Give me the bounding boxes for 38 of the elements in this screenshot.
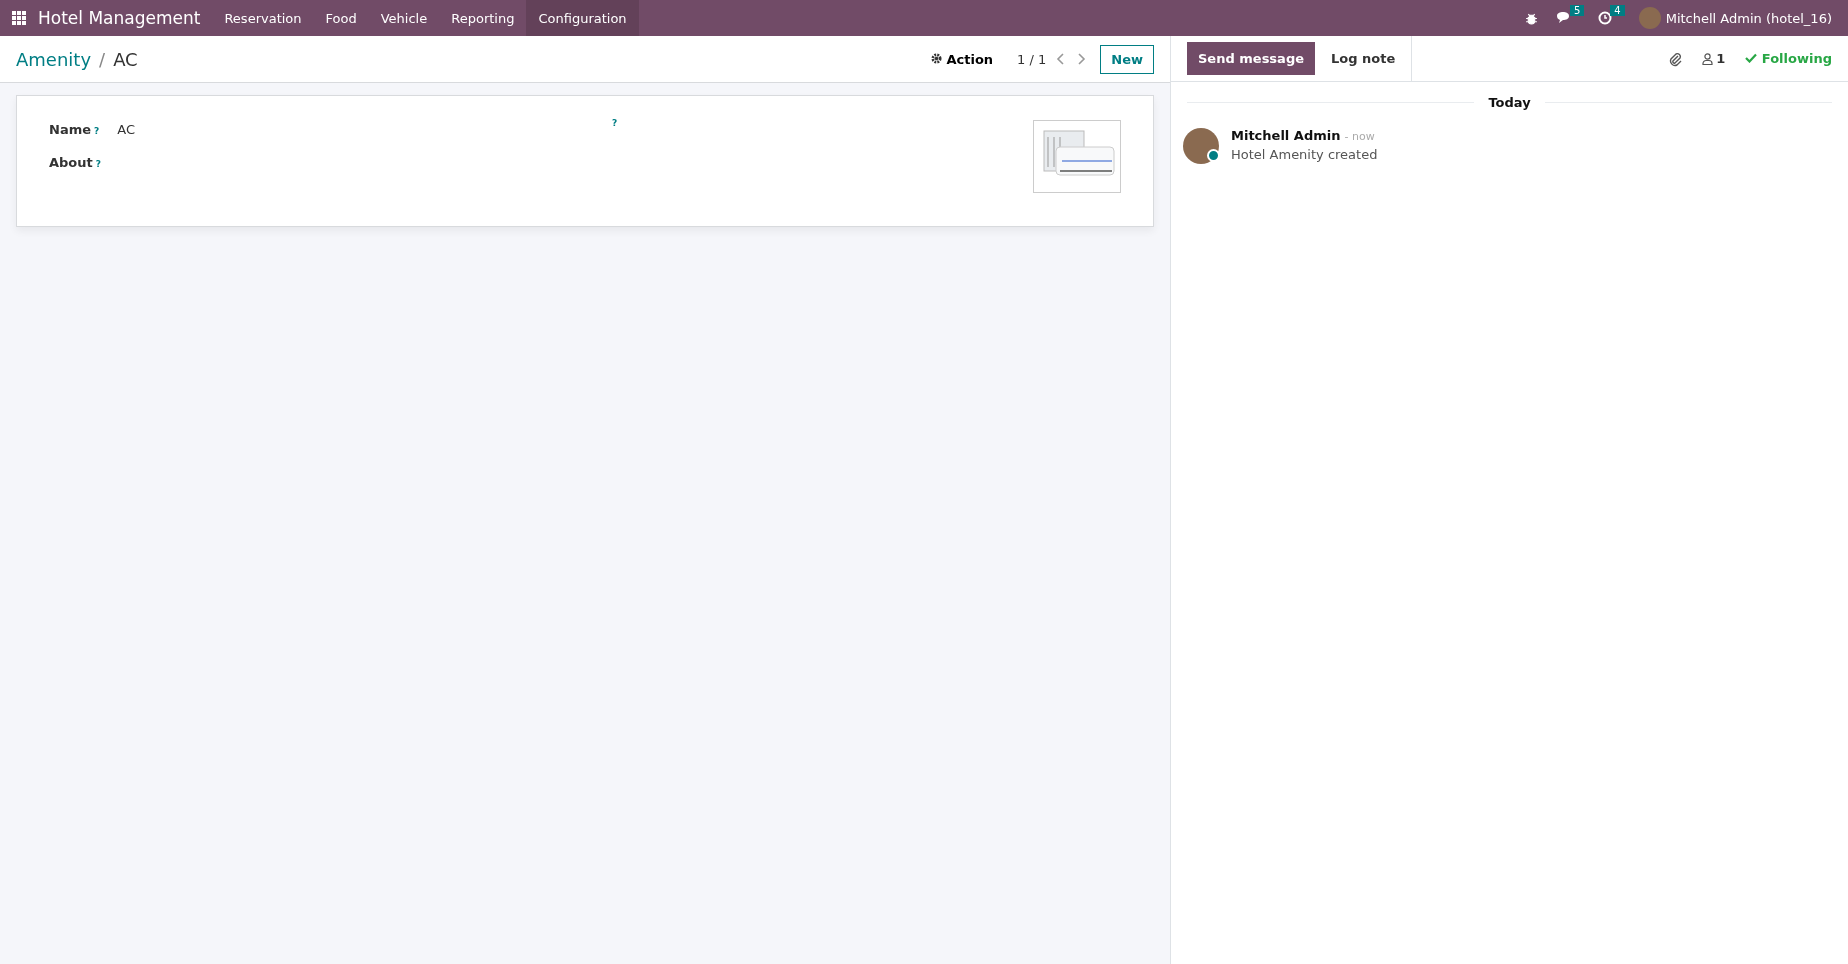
- field-label: About: [49, 155, 93, 170]
- field-value[interactable]: AC: [117, 122, 135, 137]
- followers-button[interactable]: 1: [1702, 51, 1726, 66]
- field-label: Name: [49, 122, 91, 137]
- menu-item[interactable]: Reporting: [439, 0, 527, 36]
- paperclip-icon[interactable]: [1668, 50, 1683, 67]
- breadcrumb-current: AC: [113, 48, 138, 70]
- activity-count-badge: 4: [1610, 5, 1625, 16]
- menu-item[interactable]: Food: [313, 0, 369, 36]
- bug-icon[interactable]: [1524, 11, 1538, 25]
- message-time: - now: [1344, 130, 1375, 143]
- new-button[interactable]: New: [1100, 44, 1154, 74]
- user-name[interactable]: Mitchell Admin (hotel_16): [1665, 10, 1832, 26]
- date-separator: Today: [1474, 94, 1545, 110]
- checkmark-icon: [1745, 53, 1758, 63]
- breadcrumb-separator: /: [99, 48, 106, 70]
- app-name[interactable]: Hotel Management: [38, 8, 201, 28]
- menu-item[interactable]: Reservation: [212, 0, 314, 36]
- gear-icon: [930, 52, 942, 64]
- action-button[interactable]: Action: [924, 50, 1000, 68]
- help-tooltip[interactable]: ?: [94, 126, 100, 136]
- message-count-badge: 5: [1569, 5, 1585, 16]
- breadcrumb-link[interactable]: Amenity: [16, 48, 92, 70]
- menu-item[interactable]: Configuration: [526, 0, 639, 36]
- help-tooltip[interactable]: ?: [95, 159, 101, 169]
- chat-icon[interactable]: [1555, 11, 1572, 25]
- pager-value[interactable]: 1 / 1: [1017, 51, 1047, 67]
- image-field[interactable]: [1033, 120, 1121, 193]
- message-author: Mitchell Admin: [1231, 128, 1341, 143]
- menu-item[interactable]: Vehicle: [368, 0, 440, 36]
- apps-grid-icon[interactable]: [12, 11, 26, 25]
- send-message-button[interactable]: Send message: [1187, 42, 1315, 75]
- help-tooltip[interactable]: ?: [612, 118, 618, 128]
- next-icon[interactable]: [1076, 53, 1087, 65]
- previous-icon[interactable]: [1056, 53, 1067, 65]
- message-body: Hotel Amenity created: [1231, 147, 1378, 162]
- clock-icon[interactable]: [1598, 11, 1613, 25]
- person-icon: [1702, 52, 1714, 65]
